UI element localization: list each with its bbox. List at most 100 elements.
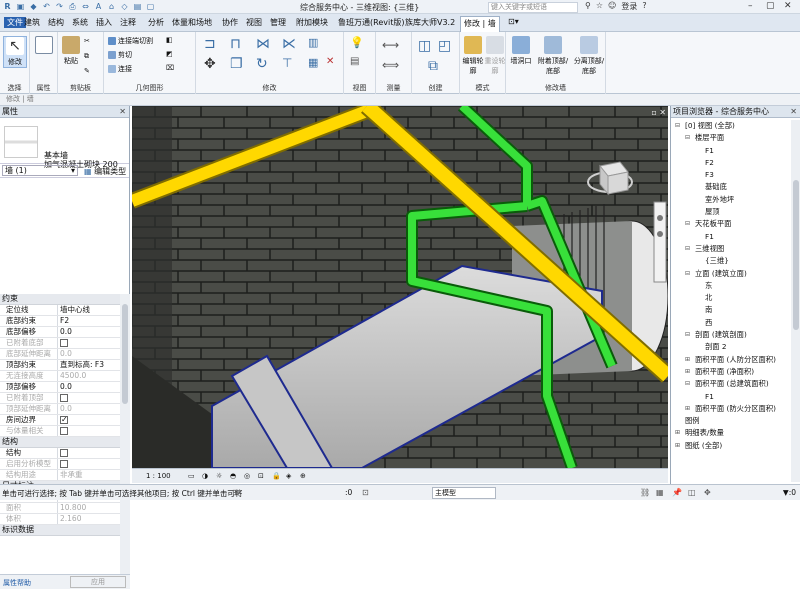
shadows-icon[interactable]: ◓ (230, 472, 236, 480)
browser-node[interactable]: 室外地坪 (671, 194, 791, 206)
property-value[interactable]: 直到标高: F3 (57, 360, 119, 370)
move-icon[interactable]: ✥ (204, 56, 216, 72)
browser-node[interactable]: 剖面 2 (671, 341, 791, 353)
paint-icon[interactable]: ◩ (166, 50, 173, 58)
app-menu-tab[interactable]: 文件 (4, 17, 26, 28)
filter-icon[interactable]: ▼:0 (783, 488, 796, 497)
tab-luban[interactable]: 鲁班万通(Revit版) (338, 17, 404, 28)
browser-node[interactable]: ⊞ 面积平面 (净面积) (671, 366, 791, 378)
browser-node[interactable]: ⊟ 面积平面 (总建筑面积) (671, 378, 791, 390)
tree-toggle-icon[interactable]: ⊟ (675, 120, 680, 131)
browser-node[interactable]: ⊞ 明细表/数量 (671, 427, 791, 439)
dimension-icon[interactable]: ⟺ (382, 58, 399, 72)
tab-systems[interactable]: 系统 (72, 17, 88, 28)
mirror-axis-icon[interactable]: ⋈ (256, 36, 270, 52)
save-icon[interactable]: ◆ (28, 1, 39, 12)
tab-structure[interactable]: 结构 (48, 17, 64, 28)
browser-node[interactable]: F3 (671, 169, 791, 181)
tab-collaborate[interactable]: 协作 (222, 17, 238, 28)
worksets-icon[interactable]: ⊡ (362, 488, 369, 497)
tab-modify-wall[interactable]: 修改 | 墙 (460, 16, 500, 32)
tab-view[interactable]: 视图 (246, 17, 262, 28)
browser-node[interactable]: F1 (671, 231, 791, 243)
tree-toggle-icon[interactable]: ⊞ (675, 427, 680, 438)
tree-toggle-icon[interactable]: ⊟ (685, 218, 690, 229)
instance-filter-select[interactable]: 墙 (1) ▾ (2, 165, 78, 176)
lock-view-icon[interactable]: 🔒 (272, 472, 281, 480)
bulb-icon[interactable]: 💡 (350, 36, 364, 49)
tree-toggle-icon[interactable]: ⊟ (685, 243, 690, 254)
detail-level-icon[interactable]: ▭ (188, 472, 195, 480)
property-row[interactable]: 底部偏移 0.0 (0, 327, 120, 338)
design-option-select[interactable]: 主模型 (432, 487, 496, 499)
undo-icon[interactable]: ↶ (41, 1, 52, 12)
trim-icon[interactable]: ⊤ (282, 56, 292, 70)
mirror-draw-icon[interactable]: ⋉ (282, 36, 296, 52)
3d-viewport[interactable]: ▫ ✕ (132, 106, 668, 468)
property-value[interactable]: 墙中心线 (57, 305, 119, 315)
cut-geometry-button[interactable]: 剪切 (108, 50, 132, 60)
delete-icon[interactable]: ✕ (326, 56, 334, 67)
create-similar-icon[interactable]: ⧉ (428, 58, 438, 74)
apply-button[interactable]: 应用 (70, 576, 126, 588)
cut-icon[interactable]: ✂ (84, 37, 90, 45)
maximize-icon[interactable]: ▢ (766, 1, 775, 11)
browser-node[interactable]: ⊞ 面积平面 (人防分区面积) (671, 354, 791, 366)
reset-profile-button[interactable]: 重设轮廓 (484, 36, 506, 76)
browser-node[interactable]: ⊟ 楼层平面 (671, 132, 791, 144)
edit-profile-button[interactable]: 编辑轮廓 (462, 36, 484, 76)
browser-node[interactable]: ⊟ 剖面 (建筑剖面) (671, 329, 791, 341)
offset-icon[interactable]: ⊓ (230, 36, 241, 52)
search-input[interactable]: 键入关键字或短语 (488, 2, 578, 13)
copy-icon[interactable]: ⧉ (84, 52, 89, 61)
browser-node[interactable]: 东 (671, 280, 791, 292)
property-value[interactable] (57, 415, 119, 425)
text-icon[interactable]: A (93, 1, 104, 12)
property-section[interactable]: 结构 (0, 437, 120, 448)
view-scale[interactable]: 1 : 100 (146, 472, 171, 480)
browser-node[interactable]: 图例 (671, 415, 791, 427)
tree-toggle-icon[interactable]: ⊞ (685, 403, 690, 414)
minimize-icon[interactable]: – (748, 1, 753, 11)
tree-toggle-icon[interactable]: ⊟ (685, 378, 690, 389)
thin-lines-icon[interactable]: ▤ (132, 1, 143, 12)
visual-style-icon[interactable]: ◑ (202, 472, 208, 480)
browser-node[interactable]: F1 (671, 145, 791, 157)
tree-toggle-icon[interactable]: ⊟ (685, 132, 690, 143)
paste-button[interactable]: 粘贴 (60, 36, 82, 66)
property-value[interactable]: 0.0 (57, 327, 119, 337)
property-checkbox[interactable] (60, 415, 68, 425)
browser-node[interactable]: ⊟ [0] 视图 (全部) (671, 120, 791, 132)
tree-toggle-icon[interactable]: ⊞ (675, 440, 680, 451)
property-row[interactable]: 顶部偏移 0.0 (0, 382, 120, 393)
binoculars-icon[interactable]: ⚲ (585, 1, 591, 12)
tab-massing[interactable]: 体量和场地 (172, 17, 212, 28)
modify-button[interactable]: ↖ 修改 (3, 36, 27, 68)
print-icon[interactable]: ⎙ (67, 1, 78, 12)
browser-scrollbar[interactable] (791, 120, 800, 482)
section-icon[interactable]: ◇ (119, 1, 130, 12)
navigation-bar[interactable] (653, 201, 667, 283)
tree-toggle-icon[interactable]: ⊟ (685, 268, 690, 279)
browser-node[interactable]: ⊟ 三维视图 (671, 243, 791, 255)
close-icon[interactable]: ✕ (784, 1, 792, 11)
tree-toggle-icon[interactable]: ⊟ (685, 329, 690, 340)
create-part-icon[interactable]: ◫ (418, 38, 431, 54)
edit-type-button[interactable]: ▦ 编辑类型 (84, 166, 126, 177)
property-section[interactable]: 约束 (0, 294, 120, 305)
scroll-thumb[interactable] (122, 304, 128, 404)
tree-toggle-icon[interactable]: ⊞ (685, 354, 690, 365)
render-icon[interactable]: ◎ (244, 472, 250, 480)
select-face-icon[interactable]: ◫ (688, 488, 696, 497)
property-row[interactable]: 顶部约束 直到标高: F3 (0, 360, 120, 371)
tab-analyze[interactable]: 分析 (148, 17, 164, 28)
rotate-icon[interactable]: ↻ (256, 56, 268, 72)
copy-element-icon[interactable]: ❐ (230, 56, 243, 72)
split-icon[interactable]: ▥ (308, 36, 318, 49)
ribbon-options-icon[interactable]: ⊡▾ (508, 17, 519, 26)
hide-isolate-icon[interactable]: ◈ (286, 472, 291, 480)
browser-node[interactable]: ⊞ 图纸 (全部) (671, 440, 791, 452)
properties-button[interactable] (33, 36, 55, 56)
select-links-icon[interactable]: ⛓ (640, 488, 650, 497)
property-checkbox[interactable] (60, 449, 68, 457)
